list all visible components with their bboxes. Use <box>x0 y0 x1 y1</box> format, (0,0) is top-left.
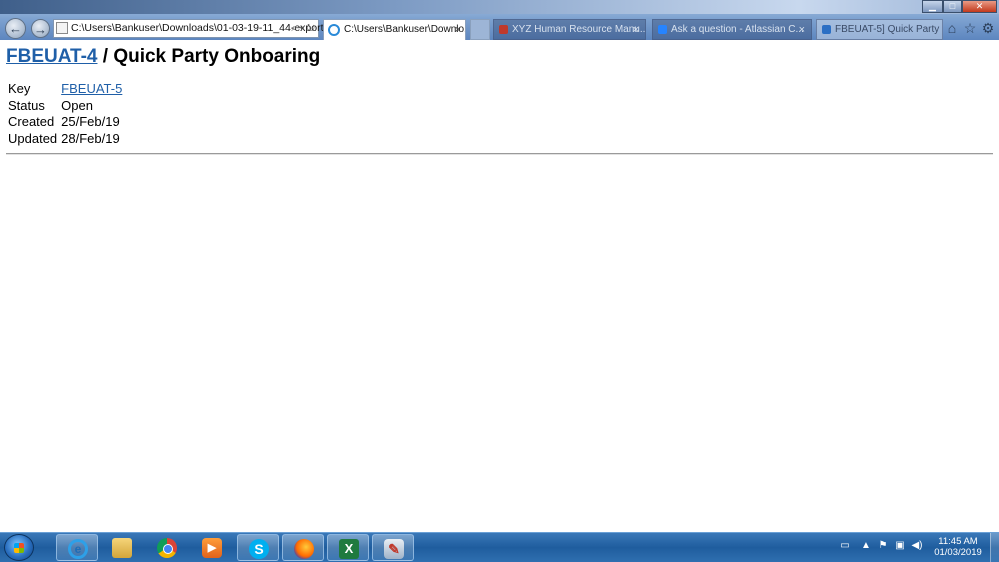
taskbar: e ▶ S X ✎ ▭ ▲ ⚑ ▣ ◀) 11:45 AM 01/03/2019 <box>0 532 999 562</box>
detail-label: Updated <box>8 130 58 146</box>
tab-label: XYZ Human Resource Manu... <box>512 24 646 35</box>
close-tab-icon[interactable]: × <box>455 20 461 40</box>
star-icon[interactable]: ☆ <box>962 20 978 36</box>
title-separator: / <box>97 46 114 67</box>
tab-atlassian[interactable]: Ask a question - Atlassian C... × <box>652 19 812 40</box>
excel-icon: X <box>339 539 359 559</box>
back-arrow-icon: ← <box>9 21 22 36</box>
taskbar-firefox[interactable] <box>282 534 324 561</box>
detail-label: Status <box>8 97 45 113</box>
media-player-icon: ▶ <box>202 538 222 558</box>
forward-arrow-icon: → <box>34 22 47 37</box>
taskbar-chrome[interactable] <box>146 534 188 561</box>
page-content: FBEUAT-4 / Quick Party Onboaring Key FBE… <box>0 40 999 532</box>
forward-button[interactable]: → <box>31 19 50 38</box>
issue-details-table: Key FBEUAT-5 Status Open Created 25/Feb/… <box>6 81 124 147</box>
close-window-button[interactable]: ✕ <box>962 0 997 13</box>
volume-icon[interactable]: ◀) <box>911 540 923 552</box>
detail-value: 28/Feb/19 <box>61 130 120 146</box>
taskbar-internet-explorer[interactable]: e <box>56 534 98 561</box>
taskbar-media-player[interactable]: ▶ <box>191 534 233 561</box>
issue-summary: Quick Party Onboaring <box>113 46 321 67</box>
show-hidden-icons-icon[interactable]: ▲ <box>860 540 872 552</box>
taskbar-skype[interactable]: S <box>237 534 279 561</box>
window-title-bar <box>0 0 999 14</box>
taskbar-paint[interactable]: ✎ <box>372 534 414 561</box>
network-icon[interactable]: ▣ <box>894 540 906 552</box>
tab-label: FBEUAT-5] Quick Party On... <box>835 24 942 35</box>
skype-icon: S <box>249 539 269 559</box>
site-favicon-icon <box>499 25 508 34</box>
detail-row-created: Created 25/Feb/19 <box>6 114 124 131</box>
firefox-icon <box>294 539 314 559</box>
detail-value: Open <box>61 97 93 113</box>
maximize-button[interactable]: □ <box>943 0 962 13</box>
page-title: FBEUAT-4 / Quick Party Onboaring <box>6 46 320 68</box>
windows-logo-icon <box>14 543 24 553</box>
detail-row-status: Status Open <box>6 98 124 115</box>
tab-fbeuat-5[interactable]: FBEUAT-5] Quick Party On... <box>816 19 943 40</box>
jira-favicon-icon <box>822 25 831 34</box>
tab-label: C:\Users\Bankuser\Downlo... <box>344 24 466 35</box>
detail-label: Key <box>8 81 31 96</box>
horizontal-divider <box>6 153 993 155</box>
detail-value: 25/Feb/19 <box>61 114 120 129</box>
tab-label: Ask a question - Atlassian C... <box>671 24 804 35</box>
home-icon[interactable]: ⌂ <box>944 20 960 36</box>
taskbar-file-explorer[interactable] <box>101 534 143 561</box>
system-tray: ▭ ▲ ⚑ ▣ ◀) <box>832 533 932 561</box>
detail-label: Created <box>8 114 55 129</box>
gear-icon[interactable]: ⚙ <box>980 20 996 36</box>
paint-icon: ✎ <box>384 539 404 559</box>
detail-row-key: Key FBEUAT-5 <box>6 81 124 98</box>
new-tab-button[interactable] <box>470 19 490 40</box>
system-clock[interactable]: 11:45 AM 01/03/2019 <box>932 536 984 558</box>
minimize-button[interactable]: ▁ <box>922 0 943 13</box>
browser-toolbar: ▁ □ ✕ ← → C:\Users\Bankuser\Downloads\01… <box>0 0 999 40</box>
file-page-icon <box>56 22 68 34</box>
show-desktop-button[interactable] <box>990 533 999 562</box>
detail-value: FBEUAT-5 <box>59 81 124 98</box>
tab-hr-manual[interactable]: XYZ Human Resource Manu... × <box>493 19 646 40</box>
address-bar[interactable]: C:\Users\Bankuser\Downloads\01-03-19-11_… <box>53 19 324 38</box>
address-bar-tools[interactable]: ⌕ ▾ ↻ <box>291 20 315 37</box>
taskbar-excel[interactable]: X <box>327 534 369 561</box>
address-url[interactable]: C:\Users\Bankuser\Downloads\01-03-19-11_… <box>71 20 324 37</box>
close-tab-icon[interactable]: × <box>633 20 639 39</box>
atlassian-favicon-icon <box>658 25 667 34</box>
chrome-icon <box>157 538 177 558</box>
parent-issue-link[interactable]: FBEUAT-4 <box>6 46 97 67</box>
action-center-flag-icon[interactable]: ⚑ <box>877 540 889 552</box>
issue-key-link[interactable]: FBEUAT-5 <box>61 81 122 96</box>
clock-time: 11:45 AM <box>938 536 978 547</box>
clock-date: 01/03/2019 <box>934 547 982 558</box>
detail-row-updated: Updated 28/Feb/19 <box>6 131 124 148</box>
back-button[interactable]: ← <box>5 18 26 39</box>
close-tab-icon[interactable]: × <box>799 20 805 39</box>
internet-explorer-icon: e <box>68 539 88 559</box>
ie-favicon-icon <box>328 24 340 36</box>
tab-active[interactable]: C:\Users\Bankuser\Downlo... × <box>323 19 466 40</box>
folder-icon <box>112 538 132 558</box>
start-button[interactable] <box>4 534 34 561</box>
keyboard-icon[interactable]: ▭ <box>839 540 851 552</box>
